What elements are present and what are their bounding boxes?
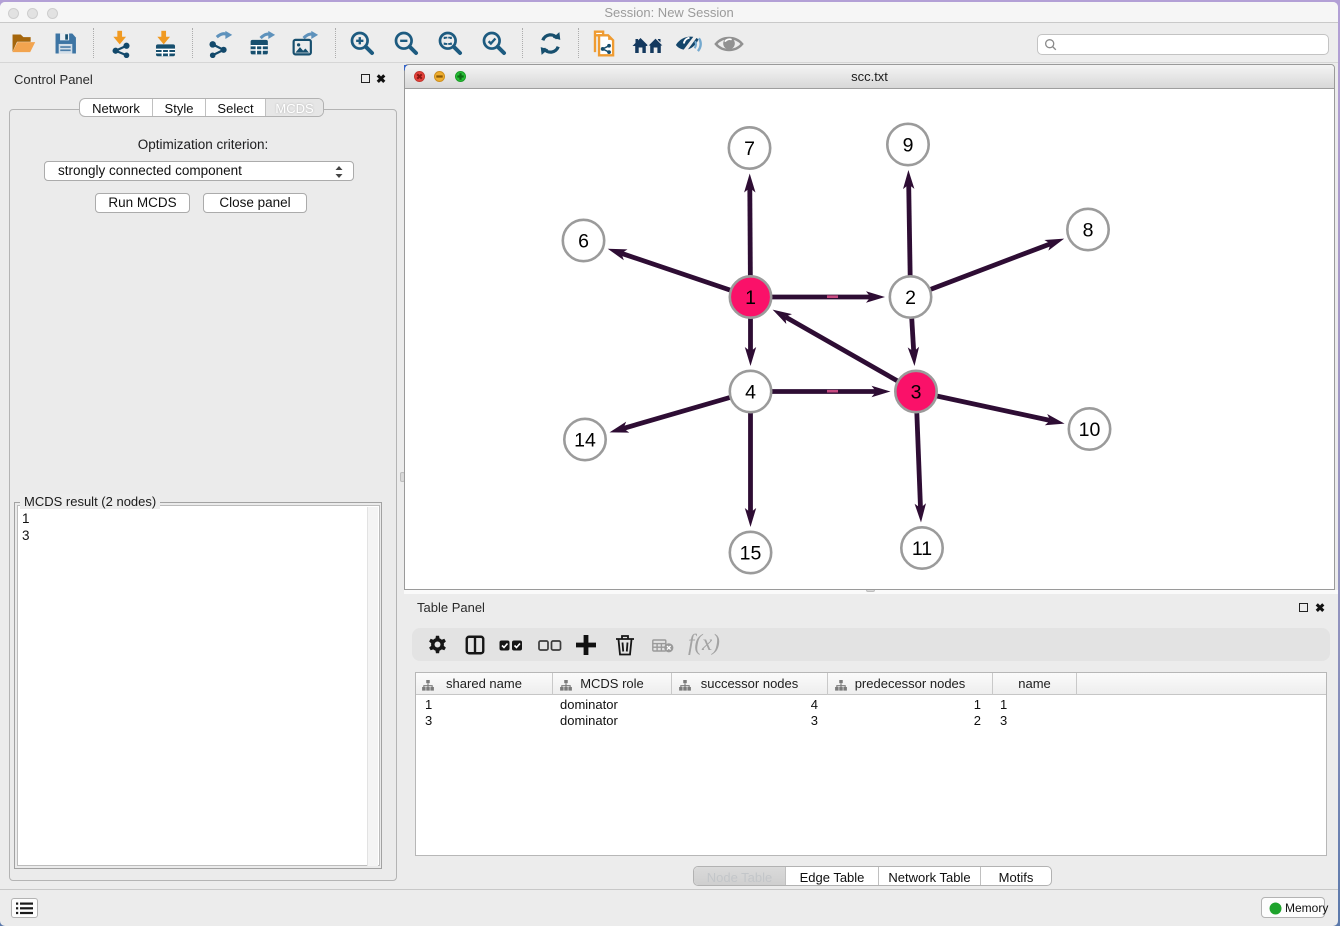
svg-text:1: 1 <box>745 287 756 309</box>
svg-text:8: 8 <box>1083 220 1094 242</box>
svg-text:3: 3 <box>911 382 922 404</box>
svg-text:15: 15 <box>740 543 762 565</box>
svg-text:14: 14 <box>574 430 596 452</box>
svg-text:10: 10 <box>1079 419 1101 441</box>
svg-text:7: 7 <box>744 138 755 160</box>
svg-text:6: 6 <box>578 231 589 253</box>
svg-text:9: 9 <box>903 135 914 157</box>
svg-text:4: 4 <box>745 382 756 404</box>
svg-text:11: 11 <box>912 538 932 560</box>
svg-text:2: 2 <box>905 287 916 309</box>
